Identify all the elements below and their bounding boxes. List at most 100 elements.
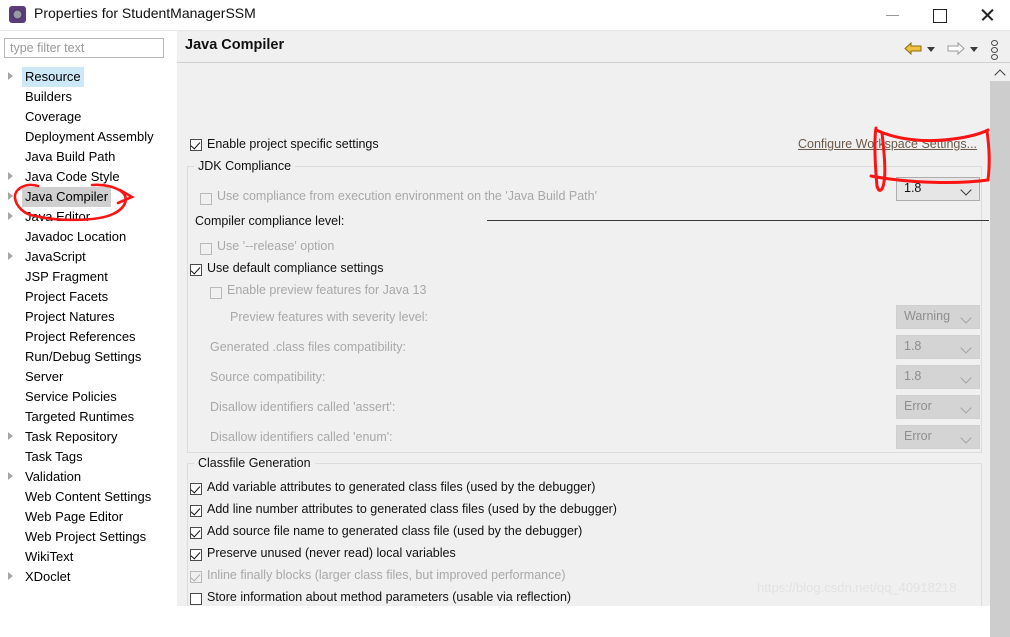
content-scrollbar[interactable]	[990, 63, 1010, 637]
chevron-down-icon	[960, 402, 972, 414]
sidebar-item-run-debug-settings[interactable]: Run/Debug Settings	[0, 347, 176, 367]
use-compliance-from-env-checkbox[interactable]	[200, 193, 212, 205]
sidebar-item-label: Targeted Runtimes	[25, 409, 135, 424]
sidebar-item-label: Deployment Assembly	[25, 129, 154, 144]
scroll-up-arrow-icon[interactable]	[990, 63, 1010, 81]
sidebar-item-targeted-runtimes[interactable]: Targeted Runtimes	[0, 407, 176, 427]
maximize-button[interactable]	[917, 0, 963, 30]
sidebar-item-java-compiler[interactable]: Java Compiler	[0, 187, 176, 207]
filter-placeholder: type filter text	[10, 41, 85, 55]
chevron-down-icon	[960, 432, 972, 444]
classfile-option-checkbox[interactable]	[190, 593, 202, 605]
disallow-assert-combo[interactable]: Error	[896, 395, 980, 419]
sidebar-item-label: Resource	[22, 67, 84, 87]
preview-severity-value: Warning	[904, 309, 951, 323]
view-menu-icon[interactable]	[990, 40, 998, 60]
sidebar-item-java-editor[interactable]: Java Editor	[0, 207, 176, 227]
sidebar-item-resource[interactable]: Resource	[0, 67, 176, 87]
sidebar-item-web-page-editor[interactable]: Web Page Editor	[0, 507, 176, 527]
content-body: Enable project specific settings Configu…	[177, 63, 989, 606]
sidebar-item-project-references[interactable]: Project References	[0, 327, 176, 347]
generated-class-compat-combo[interactable]: 1.8	[896, 335, 980, 359]
classfile-option-checkbox[interactable]	[190, 549, 202, 561]
sidebar-item-label: Coverage	[25, 109, 82, 124]
compiler-compliance-level-combo[interactable]: 1.8	[896, 177, 980, 201]
use-compliance-from-env-label: Use compliance from execution environmen…	[217, 189, 597, 203]
generated-class-compat-label: Generated .class files compatibility:	[210, 340, 406, 354]
sidebar-item-label: Task Repository	[25, 429, 118, 444]
minimize-button[interactable]	[870, 0, 916, 30]
chevron-right-icon[interactable]	[8, 212, 13, 220]
back-arrow-icon[interactable]	[904, 42, 922, 55]
sidebar-item-label: Project References	[25, 329, 136, 344]
forward-history-dropdown-icon[interactable]	[970, 47, 978, 52]
sidebar-item-label: Service Policies	[25, 389, 117, 404]
sidebar-item-label: Web Project Settings	[25, 529, 147, 544]
sidebar-item-task-repository[interactable]: Task Repository	[0, 427, 176, 447]
sidebar-item-jsp-fragment[interactable]: JSP Fragment	[0, 267, 176, 287]
enable-project-specific-checkbox[interactable]	[190, 139, 202, 151]
sidebar-item-xdoclet[interactable]: XDoclet	[0, 567, 176, 587]
use-default-compliance-checkbox[interactable]	[190, 264, 202, 276]
chevron-right-icon[interactable]	[8, 192, 13, 200]
back-history-dropdown-icon[interactable]	[927, 47, 935, 52]
sidebar-item-javadoc-location[interactable]: Javadoc Location	[0, 227, 176, 247]
chevron-right-icon[interactable]	[8, 72, 13, 80]
sidebar-item-web-content-settings[interactable]: Web Content Settings	[0, 487, 176, 507]
chevron-right-icon[interactable]	[8, 572, 13, 580]
preview-severity-combo[interactable]: Warning	[896, 305, 980, 329]
sidebar-item-project-natures[interactable]: Project Natures	[0, 307, 176, 327]
sidebar-item-wikitext[interactable]: WikiText	[0, 547, 176, 567]
sidebar-item-task-tags[interactable]: Task Tags	[0, 447, 176, 467]
page-title: Java Compiler	[185, 37, 285, 53]
sidebar-item-web-project-settings[interactable]: Web Project Settings	[0, 527, 176, 547]
window-titlebar: Properties for StudentManagerSSM	[0, 0, 1010, 31]
sidebar-item-java-code-style[interactable]: Java Code Style	[0, 167, 176, 187]
source-compatibility-combo[interactable]: 1.8	[896, 365, 980, 389]
close-button[interactable]	[964, 0, 1010, 30]
sidebar-item-java-build-path[interactable]: Java Build Path	[0, 147, 176, 167]
sidebar-item-deployment-assembly[interactable]: Deployment Assembly	[0, 127, 176, 147]
sidebar-item-label: Java Build Path	[25, 149, 116, 164]
scrollbar-track[interactable]	[990, 81, 1010, 637]
classfile-option-label: Preserve unused (never read) local varia…	[207, 546, 456, 560]
disallow-assert-label: Disallow identifiers called 'assert':	[210, 400, 396, 414]
sidebar-item-service-policies[interactable]: Service Policies	[0, 387, 176, 407]
sidebar-item-label: XDoclet	[25, 569, 71, 584]
sidebar-item-label: Project Natures	[25, 309, 115, 324]
source-compatibility-value: 1.8	[904, 369, 922, 383]
classfile-option-checkbox[interactable]	[190, 483, 202, 495]
classfile-option-label: Store information about method parameter…	[207, 590, 572, 604]
sidebar-item-label: Run/Debug Settings	[25, 349, 142, 364]
forward-arrow-icon[interactable]	[947, 42, 965, 55]
use-default-compliance-label: Use default compliance settings	[207, 261, 384, 275]
chevron-right-icon[interactable]	[8, 472, 13, 480]
use-release-option-checkbox[interactable]	[200, 243, 212, 255]
sidebar-item-javascript[interactable]: JavaScript	[0, 247, 176, 267]
watermark-text: https://blog.csdn.net/qq_40918218	[757, 580, 957, 595]
classfile-option-label: Inline finally blocks (larger class file…	[207, 568, 566, 582]
sidebar-item-validation[interactable]: Validation	[0, 467, 176, 487]
jdk-compliance-group-title: JDK Compliance	[194, 159, 296, 173]
chevron-right-icon[interactable]	[8, 252, 13, 260]
sidebar-item-label: Javadoc Location	[25, 229, 127, 244]
enable-preview-features-checkbox[interactable]	[210, 287, 222, 299]
enable-preview-features-label: Enable preview features for Java 13	[227, 283, 427, 297]
classfile-option-label: Add line number attributes to generated …	[207, 502, 617, 516]
classfile-option-checkbox[interactable]	[190, 505, 202, 517]
compiler-compliance-level-value: 1.8	[904, 181, 922, 195]
classfile-generation-group-title: Classfile Generation	[194, 456, 315, 470]
sidebar-item-project-facets[interactable]: Project Facets	[0, 287, 176, 307]
configure-workspace-settings-link[interactable]: Configure Workspace Settings...	[798, 137, 977, 151]
filter-input[interactable]: type filter text	[4, 38, 164, 58]
sidebar-item-server[interactable]: Server	[0, 367, 176, 387]
sidebar-item-coverage[interactable]: Coverage	[0, 107, 176, 127]
chevron-down-icon	[960, 184, 972, 196]
chevron-right-icon[interactable]	[8, 432, 13, 440]
sidebar-item-label: Builders	[25, 89, 72, 104]
classfile-option-checkbox[interactable]	[190, 571, 202, 583]
chevron-right-icon[interactable]	[8, 172, 13, 180]
disallow-enum-combo[interactable]: Error	[896, 425, 980, 449]
sidebar-item-builders[interactable]: Builders	[0, 87, 176, 107]
classfile-option-checkbox[interactable]	[190, 527, 202, 539]
